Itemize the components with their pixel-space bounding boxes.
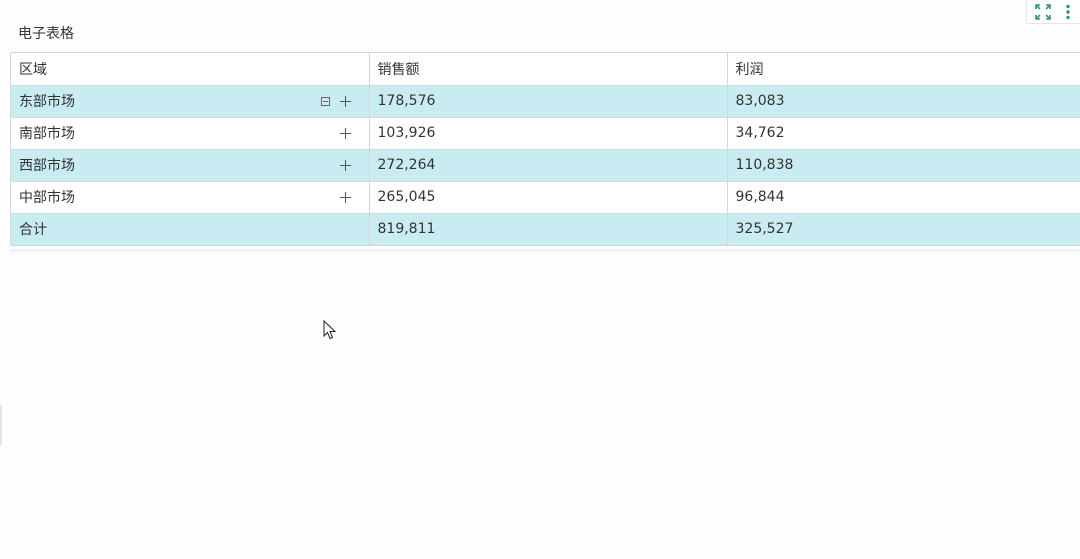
expand-plus-icon[interactable]	[339, 96, 351, 107]
edge-handle	[0, 405, 2, 445]
profit-cell[interactable]: 110,838	[727, 149, 1080, 182]
row-actions	[339, 118, 351, 149]
total-profit-cell[interactable]: 325,527	[727, 213, 1080, 246]
row-actions	[339, 182, 351, 213]
expand-plus-icon[interactable]	[339, 128, 351, 139]
widget-title: 电子表格	[18, 26, 74, 42]
expand-plus-icon[interactable]	[339, 192, 351, 203]
sales-cell[interactable]: 103,926	[369, 117, 728, 150]
collapse-icon[interactable]	[320, 97, 330, 106]
dashboard-canvas: 电子表格 区域 销售额 利润 东部市场 178,576 83,083 南部市场 …	[0, 0, 1080, 559]
region-cell[interactable]: 南部市场	[11, 117, 370, 150]
profit-cell[interactable]: 34,762	[727, 117, 1080, 150]
mouse-cursor-icon	[323, 320, 337, 340]
table-row[interactable]: 西部市场 272,264 110,838	[11, 149, 1080, 182]
sales-cell[interactable]: 265,045	[369, 181, 728, 214]
more-button[interactable]	[1058, 2, 1078, 22]
total-label-cell[interactable]: 合计	[11, 213, 370, 246]
sales-cell[interactable]: 178,576	[369, 85, 728, 118]
header-row: 区域 销售额 利润	[11, 53, 1080, 86]
region-cell[interactable]: 西部市场	[11, 149, 370, 182]
region-label: 西部市场	[19, 158, 75, 174]
column-header-sales[interactable]: 销售额	[369, 53, 728, 86]
region-label: 南部市场	[19, 126, 75, 142]
table-row[interactable]: 中部市场 265,045 96,844	[11, 181, 1080, 214]
table-row[interactable]: 南部市场 103,926 34,762	[11, 117, 1080, 150]
fullscreen-icon	[1035, 3, 1052, 20]
region-label: 东部市场	[19, 94, 75, 110]
total-sales-cell[interactable]: 819,811	[369, 213, 728, 246]
region-label: 中部市场	[19, 190, 75, 206]
fullscreen-button[interactable]	[1033, 2, 1053, 22]
region-cell[interactable]: 东部市场	[11, 85, 370, 118]
total-row[interactable]: 合计 819,811 325,527	[11, 213, 1080, 246]
region-cell[interactable]: 中部市场	[11, 181, 370, 214]
more-vertical-icon	[1066, 4, 1070, 19]
profit-cell[interactable]: 83,083	[727, 85, 1080, 118]
column-header-region[interactable]: 区域	[11, 53, 370, 86]
row-actions	[320, 86, 351, 117]
table-row[interactable]: 东部市场 178,576 83,083	[11, 85, 1080, 118]
widget-toolbar	[1026, 0, 1080, 24]
profit-cell[interactable]: 96,844	[727, 181, 1080, 214]
column-header-profit[interactable]: 利润	[727, 53, 1080, 86]
row-actions	[339, 150, 351, 181]
expand-plus-icon[interactable]	[339, 160, 351, 171]
table-shadow	[10, 249, 1080, 254]
sales-cell[interactable]: 272,264	[369, 149, 728, 182]
spreadsheet-table: 区域 销售额 利润 东部市场 178,576 83,083 南部市场 103,9…	[10, 52, 1080, 246]
